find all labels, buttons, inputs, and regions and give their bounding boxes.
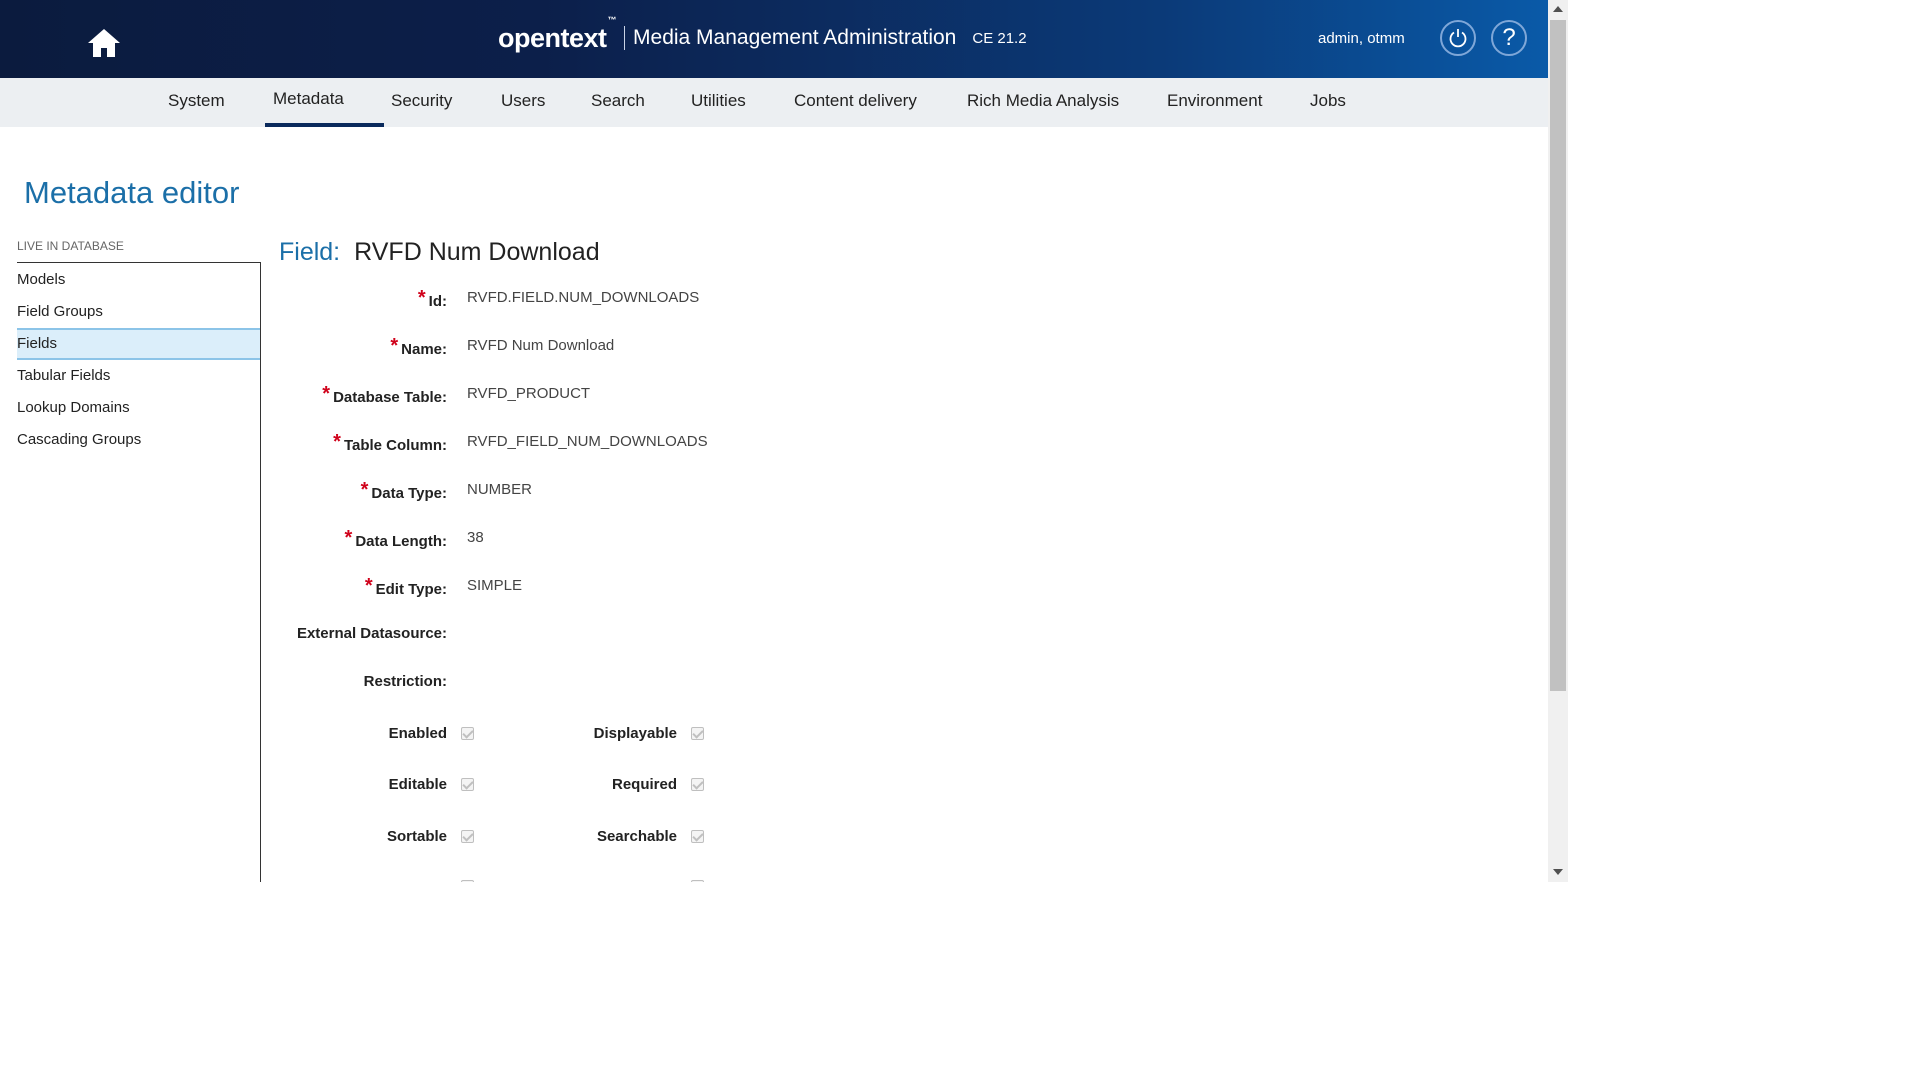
property-value-data-type: NUMBER	[467, 481, 533, 498]
tab-content-delivery[interactable]: Content delivery	[794, 78, 917, 127]
sortable-label: Sortable	[386, 828, 447, 845]
scroll-down-icon[interactable]	[1553, 869, 1563, 875]
tab-users[interactable]: Users	[501, 78, 545, 127]
partial-checkbox[interactable]	[691, 880, 704, 882]
required-marker: *	[360, 479, 369, 501]
flag-row-partial	[280, 878, 880, 882]
tab-security[interactable]: Security	[391, 78, 452, 127]
flag-row: Editable Required	[280, 776, 880, 796]
displayable-label: Displayable	[593, 725, 677, 742]
sidebar: Models Field Groups Fields Tabular Field…	[17, 262, 261, 882]
property-row-data-type: * Data Type: NUMBER	[280, 479, 880, 505]
brand-separator	[624, 26, 626, 50]
power-icon[interactable]	[1440, 20, 1476, 56]
required-marker: *	[417, 287, 426, 309]
tab-environment[interactable]: Environment	[1167, 78, 1262, 127]
required-marker: *	[322, 383, 331, 405]
page-scrollbar[interactable]	[1548, 0, 1568, 882]
property-value-id: RVFD.FIELD.NUM_DOWNLOADS	[467, 289, 700, 306]
required-marker: *	[333, 431, 341, 453]
required-label: Required	[611, 776, 677, 793]
property-value-database-table: RVFD_PRODUCT	[467, 385, 591, 402]
property-label-data-length: * Data Length:	[344, 527, 447, 550]
property-label-restriction: Restriction:	[363, 673, 447, 690]
brand: opentext™ Media Management Administratio…	[498, 14, 1027, 58]
required-marker: *	[364, 575, 373, 597]
sidebar-item-tabular-fields[interactable]: Tabular Fields	[17, 360, 260, 392]
app-header: opentext™ Media Management Administratio…	[0, 0, 1548, 78]
property-value-data-length: 38	[467, 529, 484, 546]
tab-search[interactable]: Search	[591, 78, 645, 127]
opentext-logo: opentext™	[498, 14, 617, 53]
enabled-label: Enabled	[388, 725, 447, 742]
editable-label: Editable	[388, 776, 447, 793]
flag-row: Enabled Displayable	[280, 725, 880, 745]
property-value-name: RVFD Num Download	[467, 337, 615, 354]
property-label-database-table: * Database Table:	[322, 383, 447, 406]
property-row-restriction: Restriction:	[280, 673, 880, 697]
property-row-database-table: * Database Table: RVFD_PRODUCT	[280, 383, 880, 409]
property-value-edit-type: SIMPLE	[467, 577, 523, 594]
tab-jobs[interactable]: Jobs	[1310, 78, 1346, 127]
scroll-thumb[interactable]	[1550, 20, 1566, 691]
property-label-data-type: * Data Type:	[360, 479, 447, 502]
tab-utilities[interactable]: Utilities	[691, 78, 746, 127]
home-icon[interactable]	[86, 26, 122, 60]
sidebar-item-models[interactable]: Models	[17, 264, 260, 296]
tab-system[interactable]: System	[168, 78, 225, 127]
property-row-name: * Name: RVFD Num Download	[280, 335, 880, 361]
property-label-edit-type: * Edit Type:	[364, 575, 447, 598]
sidebar-item-field-groups[interactable]: Field Groups	[17, 296, 260, 328]
app-title: Media Management Administration	[633, 26, 957, 49]
property-label-external-datasource: External Datasource:	[296, 625, 447, 642]
scroll-up-icon[interactable]	[1553, 6, 1563, 12]
required-checkbox[interactable]	[691, 778, 704, 791]
editable-checkbox[interactable]	[461, 778, 474, 791]
page-title: Metadata editor	[24, 175, 240, 210]
app-version: CE 21.2	[972, 29, 1027, 47]
property-label-id: * Id:	[417, 287, 447, 310]
property-row-data-length: * Data Length: 38	[280, 527, 880, 553]
property-value-table-column: RVFD_FIELD_NUM_DOWNLOADS	[467, 433, 708, 450]
sidebar-item-cascading-groups[interactable]: Cascading Groups	[17, 424, 260, 456]
property-label-name: * Name:	[390, 335, 447, 358]
property-row-edit-type: * Edit Type: SIMPLE	[280, 575, 880, 601]
required-marker: *	[344, 527, 353, 549]
main-nav: System Metadata Security Users Search Ut…	[0, 78, 1548, 127]
tab-rich-media-analysis[interactable]: Rich Media Analysis	[967, 78, 1119, 127]
property-row-external-datasource: External Datasource:	[280, 625, 880, 649]
sortable-checkbox[interactable]	[461, 830, 474, 843]
field-heading-value: RVFD Num Download	[354, 238, 600, 266]
flag-row: Sortable Searchable	[280, 828, 880, 848]
displayable-checkbox[interactable]	[691, 727, 704, 740]
field-heading: Field: RVFD Num Download	[279, 238, 600, 267]
property-row-id: * Id: RVFD.FIELD.NUM_DOWNLOADS	[280, 287, 880, 313]
sidebar-item-lookup-domains[interactable]: Lookup Domains	[17, 392, 260, 424]
required-marker: *	[390, 335, 399, 357]
property-label-table-column: * Table Column:	[333, 431, 447, 454]
field-heading-label: Field:	[279, 238, 341, 266]
partial-checkbox[interactable]	[461, 880, 474, 882]
tab-metadata[interactable]: Metadata	[265, 78, 384, 127]
sidebar-section-label: LIVE IN DATABASE	[17, 239, 124, 253]
help-icon[interactable]: ?	[1491, 20, 1527, 56]
searchable-checkbox[interactable]	[691, 830, 704, 843]
searchable-label: Searchable	[596, 828, 677, 845]
user-name[interactable]: admin, otmm	[1318, 30, 1405, 47]
enabled-checkbox[interactable]	[461, 727, 474, 740]
sidebar-item-fields[interactable]: Fields	[17, 328, 260, 360]
property-row-table-column: * Table Column: RVFD_FIELD_NUM_DOWNLOADS	[280, 431, 880, 457]
